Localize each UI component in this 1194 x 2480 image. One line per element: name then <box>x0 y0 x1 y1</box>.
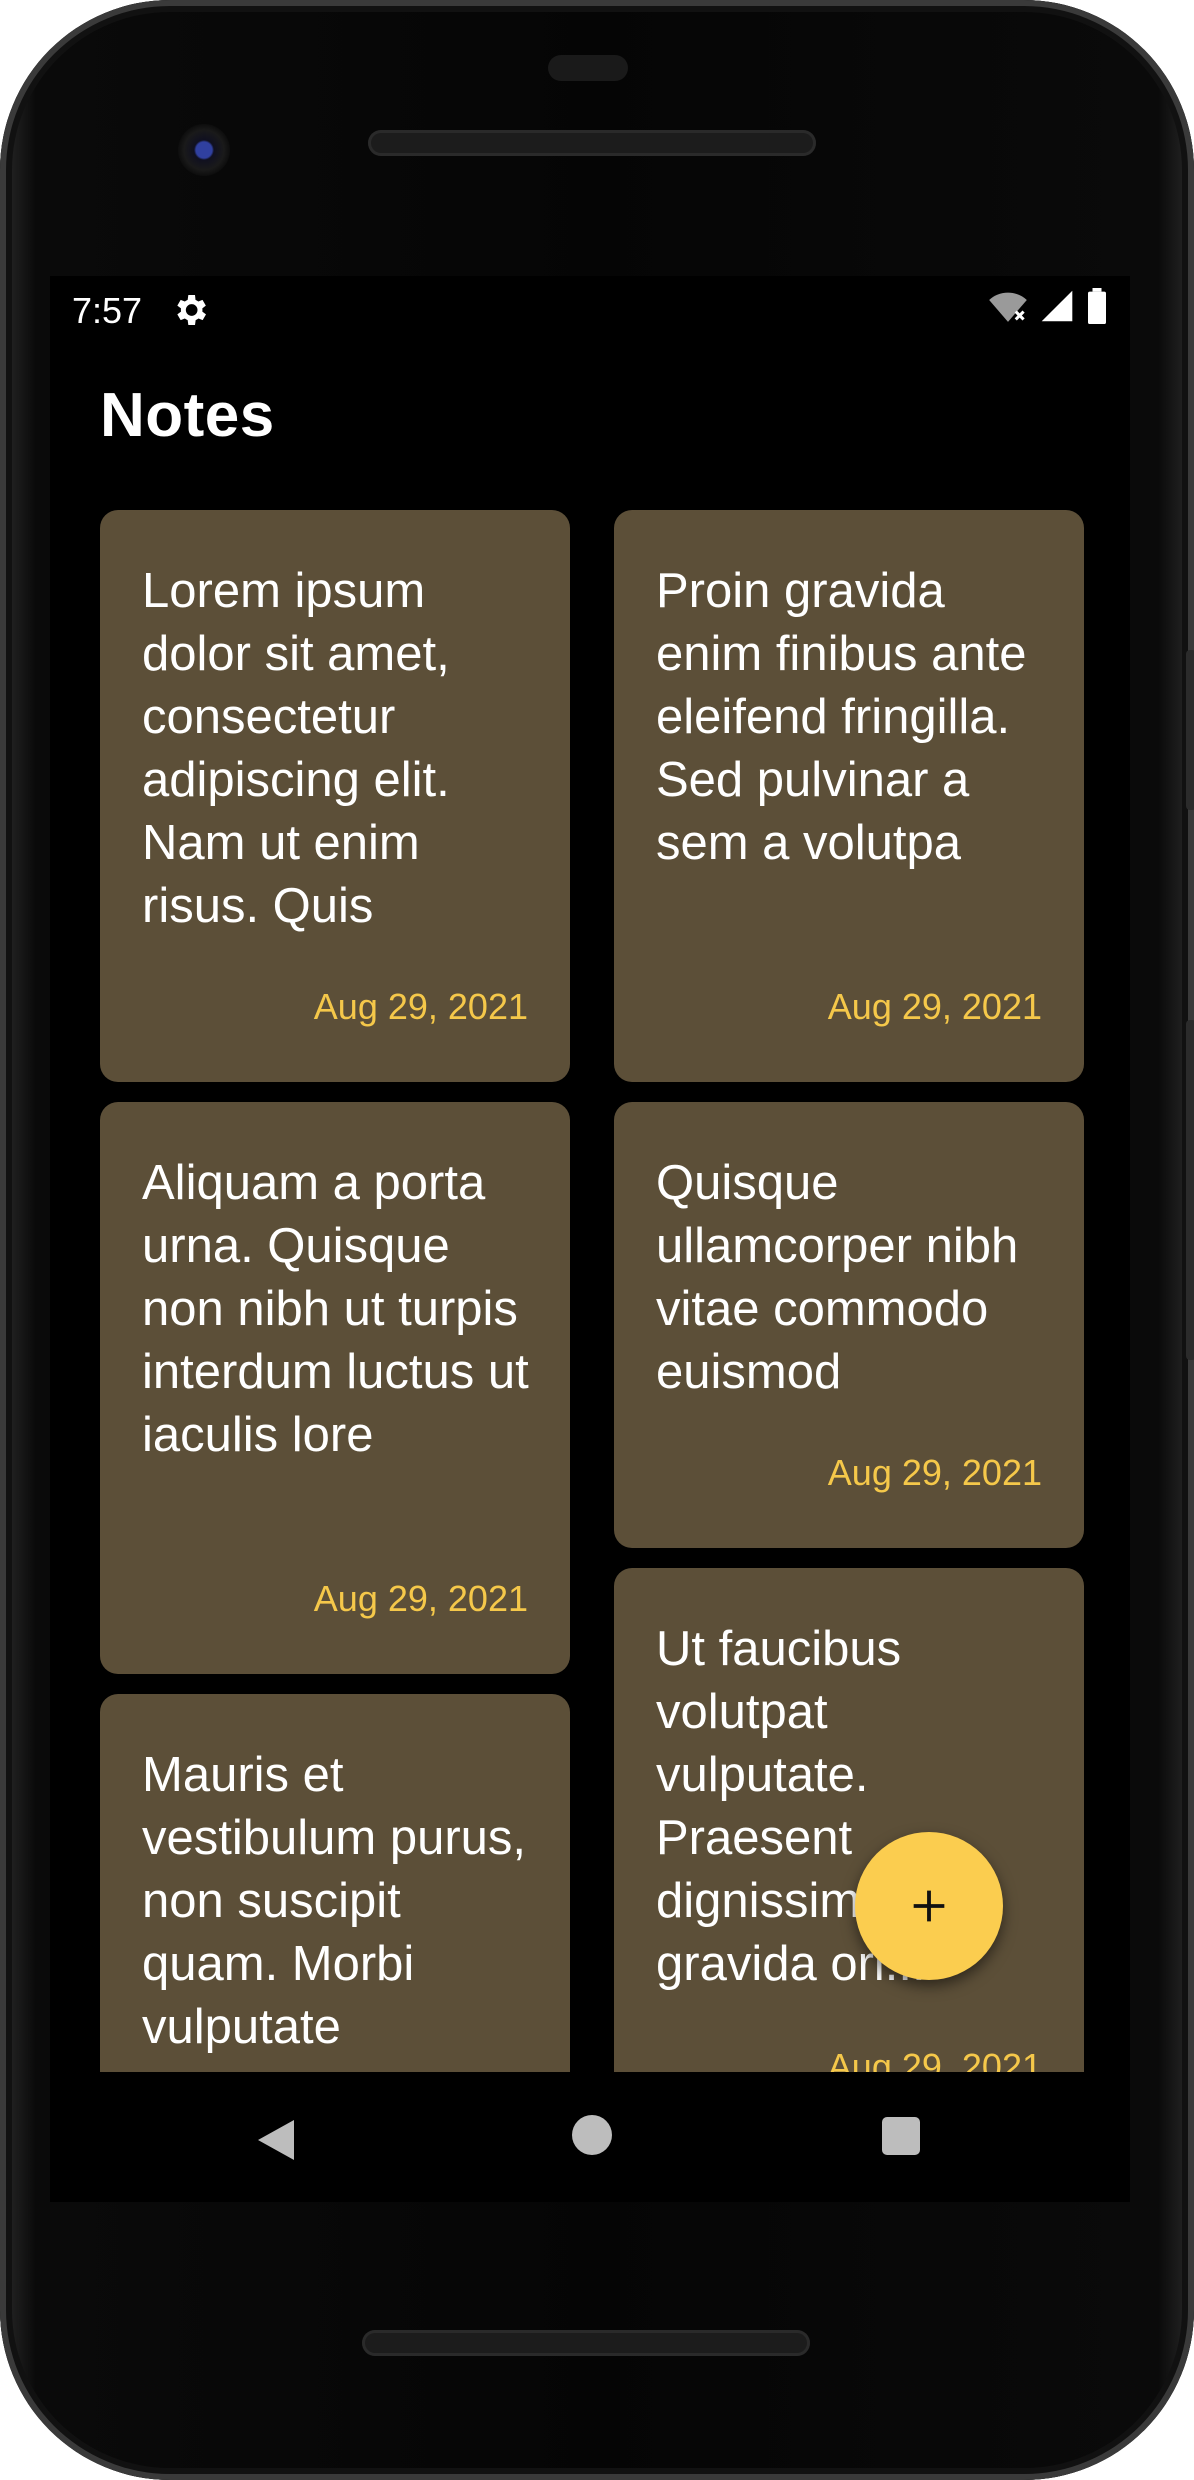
wifi-off-icon <box>989 292 1027 322</box>
status-time: 7:57 <box>72 290 143 331</box>
bottom-speaker <box>362 2330 810 2356</box>
home-icon[interactable] <box>572 2115 612 2155</box>
page-title: Notes <box>100 381 275 450</box>
settings-gear-icon <box>177 295 206 325</box>
app-screen: 7:57 Notes Lorem ipsum dolor sit amet, c… <box>50 276 1130 2072</box>
note-text: Aliquam a porta urna. Quisque non nibh u… <box>142 1156 529 1462</box>
note-text: Lorem ipsum dolor sit amet, consectetur … <box>142 564 450 933</box>
back-icon[interactable] <box>256 2118 296 2162</box>
power-button <box>1186 650 1194 810</box>
battery-icon <box>1088 288 1106 324</box>
status-bar: 7:57 <box>50 276 1130 346</box>
note-card[interactable]: Mauris et vestibulum purus, non suscipit… <box>100 1694 570 2072</box>
add-note-button[interactable] <box>855 1832 1003 1980</box>
volume-button <box>1186 1020 1194 1360</box>
plus-icon <box>913 1890 945 1922</box>
signal-icon <box>1041 290 1073 322</box>
status-icons <box>988 288 1108 324</box>
note-text: Proin gravida enim finibus ante eleifend… <box>656 564 1027 870</box>
note-card[interactable]: Quisque ullamcorper nibh vitae commodo e… <box>614 1102 1084 1548</box>
note-text: Mauris et vestibulum purus, non suscipit… <box>142 1748 527 2054</box>
recent-apps-icon[interactable] <box>882 2117 920 2155</box>
note-text: Quisque ullamcorper nibh vitae commodo e… <box>656 1156 1019 1399</box>
top-speaker <box>368 130 816 156</box>
note-date: Aug 29, 2021 <box>313 986 528 1027</box>
front-camera <box>178 124 230 176</box>
note-date: Aug 29, 2021 <box>827 1452 1042 1493</box>
note-date: Aug 29, 2021 <box>313 1578 528 1619</box>
note-card[interactable]: Aliquam a porta urna. Quisque non nibh u… <box>100 1102 570 1674</box>
navigation-bar <box>50 2072 1130 2202</box>
earpiece <box>548 55 628 81</box>
note-card[interactable]: Proin gravida enim finibus ante eleifend… <box>614 510 1084 1082</box>
note-date: Aug 29, 2021 <box>827 2046 1042 2072</box>
note-card[interactable]: Ut faucibus volutpat vulputate. Praesent… <box>614 1568 1084 2072</box>
phone-frame: 7:57 Notes Lorem ipsum dolor sit amet, c… <box>0 0 1194 2480</box>
note-card[interactable]: Lorem ipsum dolor sit amet, consectetur … <box>100 510 570 1082</box>
note-date: Aug 29, 2021 <box>827 986 1042 1027</box>
